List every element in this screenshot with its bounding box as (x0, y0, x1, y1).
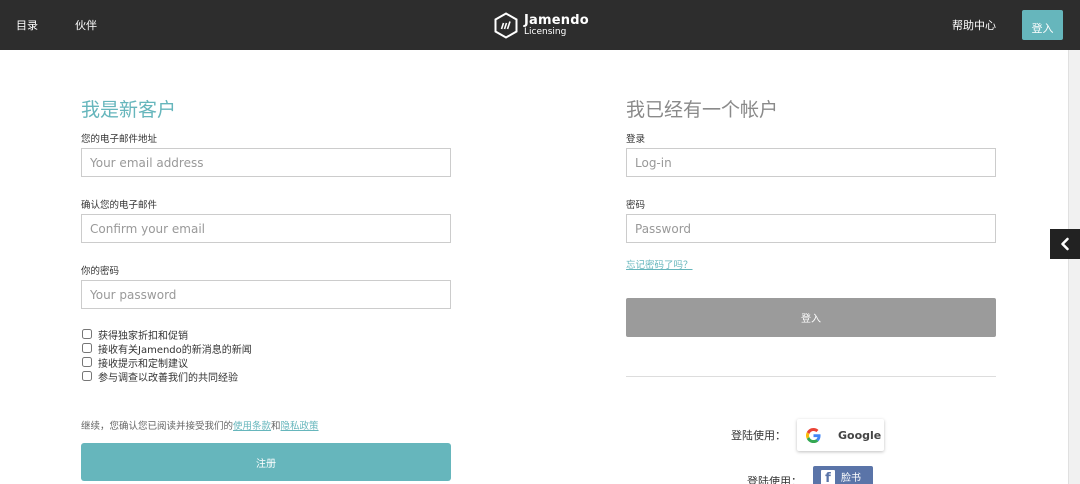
google-login-label: 登陆使用： (731, 429, 786, 442)
news-checkbox-label: 接收有关Jamendo的新消息的新闻 (98, 344, 252, 356)
login-button[interactable]: 登入 (626, 298, 996, 337)
facebook-f-icon: f (821, 470, 835, 484)
terms-prefix: 继续，您确认您已阅读并接受我们的 (81, 421, 234, 432)
jamendo-logo[interactable]: Jamendo Licensing (494, 10, 589, 40)
logo-text: Jamendo Licensing (524, 14, 589, 37)
discounts-checkbox[interactable] (82, 329, 92, 339)
checkbox-row-tips: 接收提示和定制建议 (81, 355, 188, 370)
google-g-icon (806, 427, 821, 443)
chevron-left-icon (1061, 237, 1069, 251)
nav-help-link[interactable]: 帮助中心 (952, 17, 996, 33)
login-label: 登录 (626, 134, 646, 145)
news-checkbox[interactable] (82, 343, 92, 353)
section-divider (626, 376, 996, 377)
surveys-checkbox[interactable] (82, 371, 92, 381)
page-scrollbar[interactable] (1068, 50, 1080, 484)
forgot-password-link[interactable]: 忘记密码了吗？ (626, 257, 693, 271)
login-password-input[interactable] (626, 214, 996, 243)
nav-partners-link[interactable]: 伙伴 (75, 17, 97, 33)
new-password-label: 你的密码 (81, 266, 120, 277)
jamendo-logo-icon (494, 11, 518, 39)
new-password-input[interactable] (81, 280, 451, 309)
email-label: 您的电子邮件地址 (81, 134, 158, 145)
top-login-button[interactable]: 登入 (1022, 10, 1063, 40)
existing-customer-title: 我已经有一个帐户 (626, 99, 779, 121)
privacy-policy-link[interactable]: 隐私政策 (281, 421, 319, 432)
facebook-login-label: 登陆使用： (747, 475, 802, 484)
logo-subtitle: Licensing (524, 26, 567, 37)
terms-notice: 继续，您确认您已阅读并接受我们的使用条款和隐私政策 (81, 418, 319, 432)
new-customer-title: 我是新客户 (81, 99, 177, 121)
terms-of-use-link[interactable]: 使用条款 (233, 421, 271, 432)
checkbox-row-surveys: 参与调查以改善我们的共同经验 (81, 369, 238, 384)
top-navigation-bar: 目录 伙伴 Jamendo Licensing 帮助中心 登入 (0, 0, 1080, 50)
checkbox-row-news: 接收有关Jamendo的新消息的新闻 (81, 341, 252, 356)
side-panel-toggle[interactable] (1050, 229, 1080, 259)
facebook-login-button[interactable]: f 脸书 (813, 466, 873, 484)
facebook-button-label: 脸书 (841, 473, 861, 484)
surveys-checkbox-label: 参与调查以改善我们的共同经验 (98, 372, 238, 384)
confirm-email-label: 确认您的电子邮件 (81, 200, 158, 211)
terms-and: 和 (271, 421, 281, 432)
register-button[interactable]: 注册 (81, 443, 451, 481)
logo-name: Jamendo (524, 12, 589, 28)
confirm-email-input[interactable] (81, 214, 451, 243)
checkbox-row-discounts: 获得独家折扣和促销 (81, 327, 188, 342)
login-register-page: 目录 伙伴 Jamendo Licensing 帮助中心 登入 我是新客户 您的… (0, 0, 1080, 484)
discounts-checkbox-label: 获得独家折扣和促销 (98, 330, 188, 342)
google-login-button[interactable]: Google (797, 419, 884, 451)
email-input[interactable] (81, 148, 451, 177)
tips-checkbox-label: 接收提示和定制建议 (98, 358, 188, 370)
login-password-label: 密码 (626, 200, 646, 211)
tips-checkbox[interactable] (82, 357, 92, 367)
nav-catalog-link[interactable]: 目录 (16, 17, 38, 33)
google-button-label: Google (838, 428, 882, 442)
login-input[interactable] (626, 148, 996, 177)
